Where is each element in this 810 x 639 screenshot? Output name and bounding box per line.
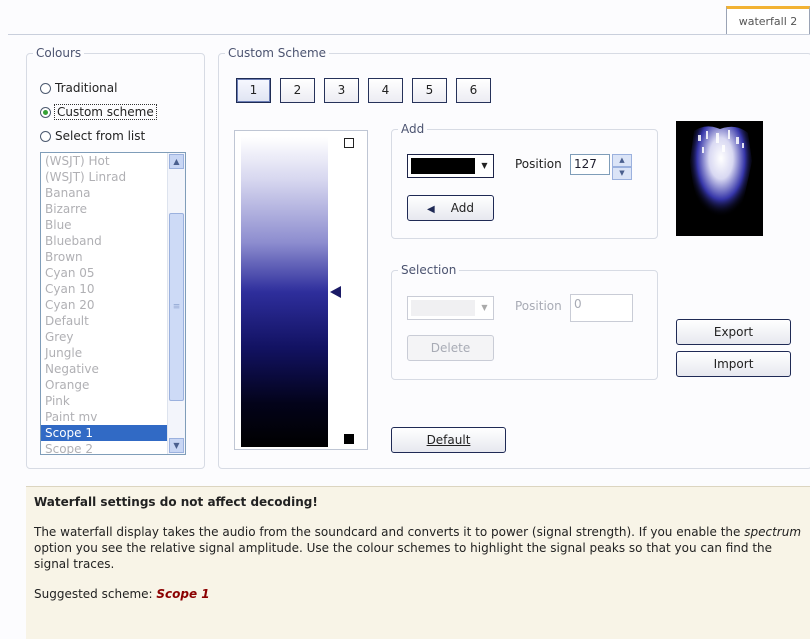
add-position-label: Position (515, 157, 562, 171)
add-legend: Add (401, 122, 425, 136)
scheme-list-item[interactable]: Blueband (41, 233, 185, 249)
tab-waterfall-2[interactable]: waterfall 2 (726, 6, 810, 34)
scheme-number-button-6[interactable]: 6 (456, 78, 491, 103)
white-stop-marker[interactable] (344, 138, 354, 148)
scroll-down-icon[interactable]: ▼ (169, 438, 184, 453)
scheme-list-item[interactable]: Pink (41, 393, 185, 409)
gradient-preview-bar (241, 137, 328, 447)
scheme-number-button-5[interactable]: 5 (412, 78, 447, 103)
add-position-spinner[interactable]: ▲ ▼ (612, 154, 632, 180)
chevron-down-icon: ▼ (481, 161, 488, 170)
scheme-list[interactable]: (WSJT) Hot (WSJT) Linrad Banana Bizarre Blue… (40, 152, 186, 455)
scheme-list-item[interactable]: Default (41, 313, 185, 329)
scheme-list-item[interactable]: Cyan 10 (41, 281, 185, 297)
radio-label: Select from list (55, 129, 146, 143)
radio-button-icon (40, 130, 51, 142)
position-pointer-icon[interactable] (330, 286, 341, 298)
info-heading: Waterfall settings do not affect decodin… (34, 495, 318, 509)
suggested-scheme: Suggested scheme: Scope 1 (34, 586, 802, 602)
scroll-thumb[interactable]: ≡ (169, 213, 184, 401)
info-body-text-1: The waterfall display takes the audio fr… (34, 525, 745, 539)
spin-up-icon[interactable]: ▲ (612, 154, 632, 167)
scheme-list-item[interactable]: Blue (41, 217, 185, 233)
scheme-list-item[interactable]: Scope 2 (41, 441, 185, 454)
selection-position-input[interactable]: 0 (570, 294, 633, 322)
radio-button-selected-icon (40, 106, 51, 118)
scheme-list-item[interactable]: Scope 1 (41, 425, 185, 441)
scheme-list-item[interactable]: (WSJT) Linrad (41, 169, 185, 185)
list-scrollbar[interactable]: ▲ ≡ ▼ (167, 153, 185, 454)
add-position-input[interactable]: 127 (570, 154, 610, 175)
scheme-number-button-2[interactable]: 2 (280, 78, 315, 103)
add-button-label: Add (450, 201, 474, 215)
chevron-down-icon: ▼ (481, 303, 488, 312)
radio-button-icon (40, 82, 51, 94)
radio-select-from-list[interactable]: Select from list (40, 127, 145, 145)
radio-label: Custom scheme (54, 104, 157, 120)
radio-traditional[interactable]: Traditional (40, 79, 117, 97)
selection-position-label: Position (515, 299, 562, 313)
import-button[interactable]: Import (676, 351, 791, 377)
radio-label: Traditional (55, 81, 118, 95)
scheme-list-item[interactable]: Cyan 05 (41, 265, 185, 281)
add-colour-dropdown[interactable]: ▼ (407, 154, 494, 178)
scheme-list-item[interactable]: Banana (41, 185, 185, 201)
delete-button[interactable]: Delete (407, 335, 494, 361)
scheme-list-item[interactable]: Bizarre (41, 201, 185, 217)
selection-colour-dropdown[interactable]: ▼ (407, 296, 494, 320)
spin-down-icon[interactable]: ▼ (612, 167, 632, 180)
info-body-text-2: option you see the relative signal ampli… (34, 541, 773, 571)
colour-swatch (411, 300, 475, 316)
info-panel: Waterfall settings do not affect decodin… (26, 486, 810, 639)
scheme-number-button-1[interactable]: 1 (236, 78, 271, 103)
custom-scheme-legend: Custom Scheme (228, 46, 327, 60)
add-button[interactable]: ◀ Add (407, 195, 494, 221)
suggested-scheme-label: Suggested scheme: (34, 587, 157, 601)
scheme-list-item[interactable]: Grey (41, 329, 185, 345)
scheme-list-item[interactable]: Brown (41, 249, 185, 265)
scheme-number-button-3[interactable]: 3 (324, 78, 359, 103)
scheme-list-item[interactable]: Jungle (41, 345, 185, 361)
arrow-left-icon: ◀ (427, 204, 435, 215)
info-body-emphasis: spectrum (744, 525, 802, 539)
info-body: The waterfall display takes the audio fr… (34, 524, 802, 572)
tab-panel-border (8, 34, 810, 35)
default-button-label: Default (426, 433, 471, 447)
scroll-up-icon[interactable]: ▲ (169, 154, 184, 169)
waterfall-preview-image (690, 126, 752, 233)
radio-custom-scheme[interactable]: Custom scheme (40, 103, 157, 121)
suggested-scheme-value: Scope 1 (156, 587, 210, 601)
scheme-number-button-4[interactable]: 4 (368, 78, 403, 103)
scheme-list-item[interactable]: Cyan 20 (41, 297, 185, 313)
waterfall-preview (676, 121, 763, 236)
scheme-list-item[interactable]: Paint mv (41, 409, 185, 425)
scheme-list-items: (WSJT) Hot (WSJT) Linrad Banana Bizarre Blue… (41, 153, 185, 454)
export-button[interactable]: Export (676, 319, 791, 345)
default-button[interactable]: Default (391, 427, 506, 453)
scheme-list-item[interactable]: (WSJT) Hot (41, 153, 185, 169)
colour-swatch (411, 158, 475, 174)
selection-legend: Selection (401, 263, 457, 277)
scheme-list-item[interactable]: Orange (41, 377, 185, 393)
scheme-list-item[interactable]: Negative (41, 361, 185, 377)
colours-legend: Colours (36, 46, 82, 60)
black-stop-marker[interactable] (344, 434, 354, 444)
